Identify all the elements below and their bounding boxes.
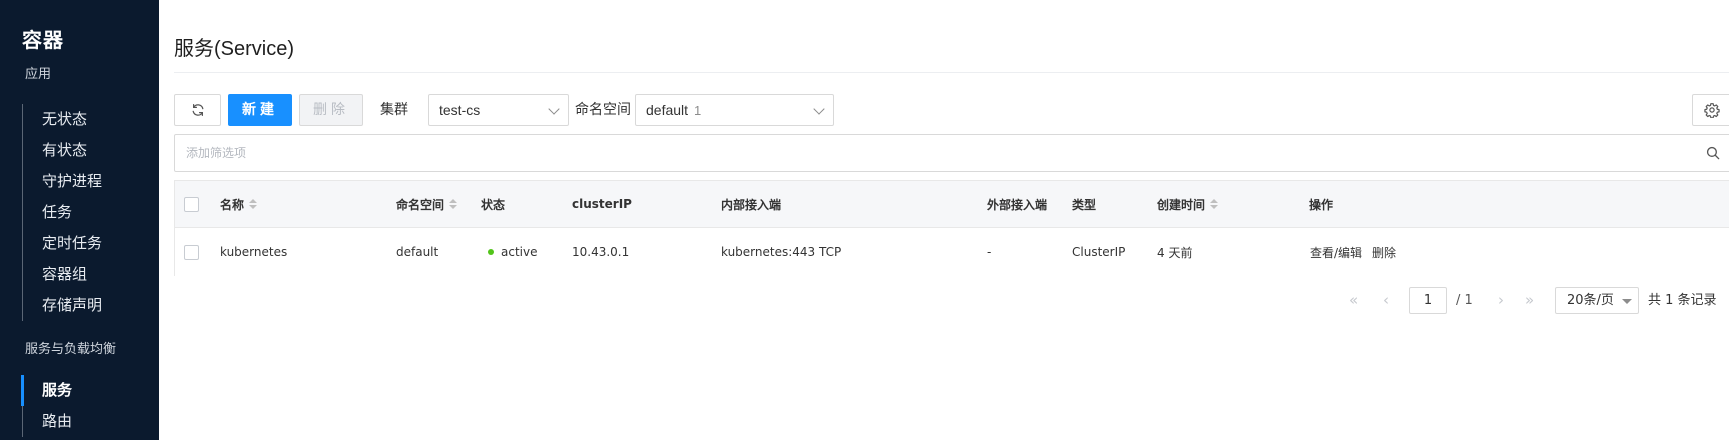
column-created: 创建时间 [1157, 181, 1219, 227]
new-button[interactable]: 新建 [228, 94, 292, 126]
sidebar: 容器 应用 无状态 有状态 守护进程 任务 定时任务 容器组 存储声明 服务与负… [0, 0, 159, 440]
sidebar-item-pvcs[interactable]: 存储声明 [23, 290, 102, 321]
filter-input[interactable] [186, 143, 1666, 163]
namespace-select[interactable]: default 1 [635, 94, 834, 126]
title-divider [174, 72, 1729, 73]
total-pages: / 1 [1456, 293, 1473, 308]
column-status: 状态 [481, 197, 506, 212]
select-all-checkbox[interactable] [184, 196, 199, 212]
column-internal-endpoint: 内部接入端 [721, 197, 782, 212]
settings-button[interactable] [1692, 94, 1729, 126]
sidebar-item-pods[interactable]: 容器组 [23, 259, 102, 290]
sidebar-item-jobs[interactable]: 任务 [23, 197, 102, 228]
cluster-label: 集群 [380, 102, 408, 118]
service-cluster-ip: 10.43.0.1 [572, 245, 630, 259]
sidebar-item-services[interactable]: 服务 [20, 375, 72, 406]
next-page-icon[interactable]: › [1498, 287, 1504, 314]
cluster-select[interactable]: test-cs [428, 94, 569, 126]
chevron-down-icon [813, 103, 825, 115]
table-header: 名称 命名空间 状态 clusterIP 内部接入端 外部接入端 类型 创建时间… [175, 181, 1729, 228]
page-number-input[interactable]: 1 [1409, 287, 1447, 314]
sort-icon[interactable] [249, 198, 258, 210]
sidebar-title: 容器 [22, 30, 64, 52]
column-name: 名称 [220, 181, 258, 227]
column-created-label: 创建时间 [1157, 197, 1206, 212]
service-external-endpoint: - [987, 245, 992, 259]
service-status: active [488, 228, 537, 276]
total-records: 共 1 条记录 [1648, 293, 1717, 308]
refresh-button[interactable] [174, 94, 221, 126]
sort-icon[interactable] [1210, 198, 1219, 210]
service-namespace: default [396, 245, 439, 259]
view-edit-link[interactable]: 查看/编辑 [1310, 228, 1362, 276]
select-all-cell [184, 181, 199, 227]
column-namespace: 命名空间 [396, 181, 458, 227]
sidebar-group-lb: 服务 路由 [20, 375, 72, 437]
page-size-value: 20条/页 [1567, 293, 1614, 308]
service-name-link[interactable]: kubernetes [220, 228, 287, 276]
column-namespace-label: 命名空间 [396, 197, 445, 212]
table-row: kubernetes default active 10.43.0.1 kube… [175, 228, 1729, 276]
service-type: ClusterIP [1072, 245, 1126, 259]
row-checkbox[interactable] [184, 244, 199, 260]
status-dot-icon [488, 249, 494, 255]
chevron-down-icon [548, 103, 560, 115]
sidebar-section-lb: 服务与负载均衡 [25, 341, 117, 356]
refresh-icon [192, 103, 203, 117]
column-external-endpoint: 外部接入端 [987, 197, 1048, 212]
page-size-select[interactable]: 20条/页 [1555, 287, 1639, 314]
column-type: 类型 [1072, 197, 1097, 212]
gear-icon [1704, 103, 1720, 118]
column-cluster-ip: clusterIP [572, 197, 632, 211]
sidebar-group-apps: 无状态 有状态 守护进程 任务 定时任务 容器组 存储声明 [22, 104, 102, 321]
main-content: 服务(Service) 新建 删除 集群 test-cs 命名空间 defaul… [159, 0, 1729, 440]
sort-icon[interactable] [449, 198, 458, 210]
prev-page-icon[interactable]: ‹ [1383, 287, 1389, 314]
sidebar-item-daemonsets[interactable]: 守护进程 [23, 166, 102, 197]
first-page-icon[interactable]: « [1349, 287, 1358, 314]
last-page-icon[interactable]: » [1525, 287, 1534, 314]
page-title: 服务(Service) [174, 38, 295, 60]
services-table: 名称 命名空间 状态 clusterIP 内部接入端 外部接入端 类型 创建时间… [174, 180, 1729, 276]
sidebar-section-apps: 应用 [25, 66, 52, 81]
service-created: 4 天前 [1157, 245, 1193, 260]
pagination: « ‹ 1 / 1 › » 20条/页 共 1 条记录 [159, 287, 1729, 314]
delete-button[interactable]: 删除 [299, 94, 363, 126]
cluster-select-value: test-cs [439, 102, 481, 118]
sidebar-item-deployments[interactable]: 无状态 [23, 104, 102, 135]
column-name-label: 名称 [220, 197, 245, 212]
search-icon[interactable] [1706, 146, 1720, 160]
row-select-cell [184, 228, 199, 276]
namespace-select-value: default [646, 102, 689, 118]
namespace-label: 命名空间 [575, 102, 631, 118]
sidebar-item-statefulsets[interactable]: 有状态 [23, 135, 102, 166]
filter-bar [174, 134, 1729, 172]
service-internal-endpoint: kubernetes:443 TCP [721, 245, 842, 259]
column-actions: 操作 [1309, 197, 1334, 212]
sidebar-item-ingress[interactable]: 路由 [23, 406, 72, 437]
namespace-count: 1 [694, 103, 702, 118]
delete-link[interactable]: 删除 [1372, 228, 1396, 276]
toolbar: 新建 删除 集群 test-cs 命名空间 default 1 [174, 94, 1729, 126]
caret-down-icon [1622, 299, 1632, 304]
sidebar-item-cronjobs[interactable]: 定时任务 [23, 228, 102, 259]
service-status-label: active [501, 245, 538, 259]
